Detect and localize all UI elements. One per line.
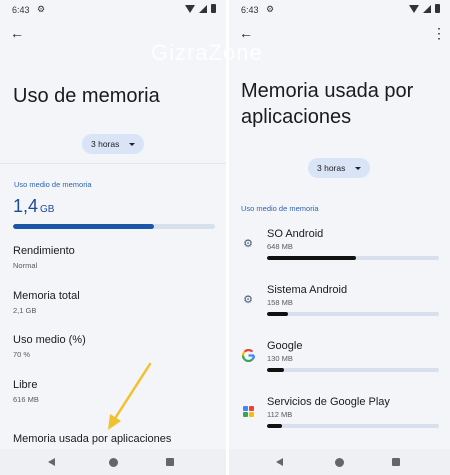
- status-time: 6:43: [241, 5, 259, 15]
- nav-recents-icon[interactable]: [166, 458, 174, 466]
- app-name: Sistema Android: [267, 284, 348, 296]
- app-usage-bar: [267, 256, 439, 260]
- wifi-icon: [409, 4, 419, 13]
- app-row-sistema-android[interactable]: ⚙ Sistema Android 158 MB: [229, 284, 450, 340]
- gear-icon: ⚙: [243, 237, 253, 250]
- app-name: Google: [267, 340, 303, 352]
- battery-icon: [435, 4, 440, 13]
- left-screen: 6:43 ⚙ ← Uso de memoria 3 horas Uso medi…: [0, 0, 226, 475]
- status-bar: 6:43 ⚙: [229, 0, 450, 18]
- app-size: 130 MB: [267, 354, 293, 363]
- more-options-icon[interactable]: ⋮: [432, 24, 446, 42]
- app-usage-fill: [267, 256, 357, 260]
- nav-back-icon[interactable]: [276, 458, 283, 466]
- app-usage-fill: [267, 424, 283, 428]
- app-usage-fill: [267, 312, 288, 316]
- right-screen: 6:43 ⚙ ← ⋮ Memoria usada por aplicacione…: [229, 0, 450, 475]
- app-usage-bar: [267, 312, 439, 316]
- app-name: SO Android: [267, 228, 324, 240]
- app-size: 648 MB: [267, 242, 293, 251]
- app-row-so-android[interactable]: ⚙ SO Android 648 MB: [229, 228, 450, 284]
- signal-icon: [423, 4, 431, 13]
- app-size: 158 MB: [267, 298, 293, 307]
- app-usage-fill: [267, 368, 285, 372]
- nav-back-icon[interactable]: [48, 458, 55, 466]
- nav-recents-icon[interactable]: [392, 458, 400, 466]
- gear-icon: ⚙: [243, 293, 253, 306]
- system-icons: [409, 4, 440, 13]
- app-usage-bar: [267, 424, 439, 428]
- app-row-google[interactable]: Google 130 MB: [229, 340, 450, 396]
- nav-home-icon[interactable]: [109, 458, 118, 467]
- google-icon: [241, 348, 255, 362]
- watermark: GizraZone: [151, 40, 263, 65]
- yellow-arrow-annotation: [108, 362, 152, 430]
- app-name: Servicios de Google Play: [267, 396, 390, 408]
- page-title: Memoria usada por aplicaciones: [241, 80, 414, 128]
- section-label: Uso medio de memoria: [241, 204, 319, 213]
- play-services-icon: [241, 404, 255, 418]
- app-size: 112 MB: [267, 410, 293, 419]
- settings-status-icon: ⚙: [266, 4, 275, 14]
- navigation-bar: [229, 449, 450, 475]
- app-row-google-play-services[interactable]: Servicios de Google Play 112 MB: [229, 396, 450, 452]
- nav-home-icon[interactable]: [335, 458, 344, 467]
- navigation-bar: [0, 449, 226, 475]
- app-usage-bar: [267, 368, 439, 372]
- time-range-label: 3 horas: [317, 163, 346, 173]
- chevron-down-icon: [355, 166, 362, 170]
- time-range-dropdown[interactable]: 3 horas: [308, 158, 371, 178]
